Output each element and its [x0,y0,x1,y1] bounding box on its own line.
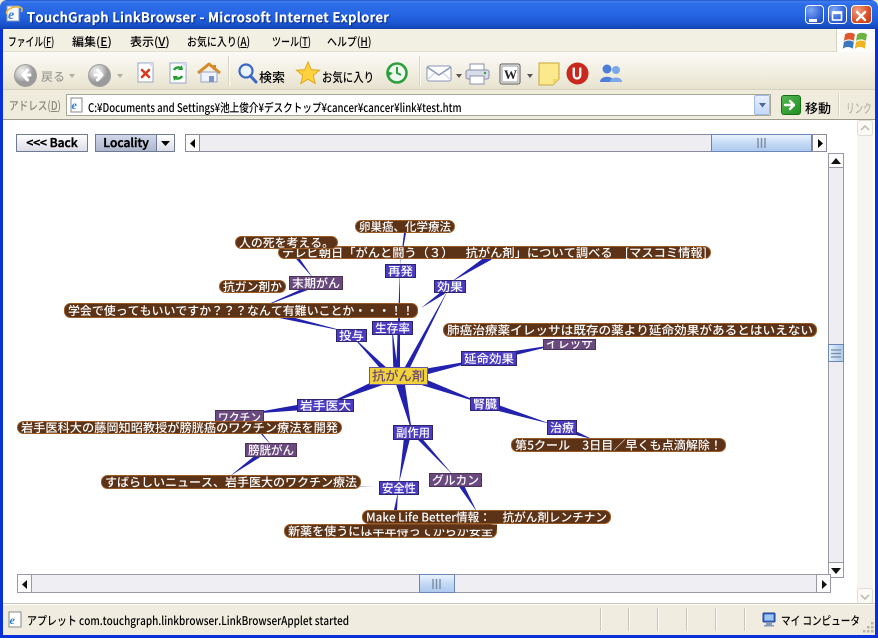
svg-text:安全性: 安全性 [382,479,416,496]
svg-text:すばらしいニュース、岩手医大のワクチン療法: すばらしいニュース、岩手医大のワクチン療法 [105,473,357,490]
svg-text:末期がん: 末期がん [292,274,340,291]
svg-text:腎臓: 腎臓 [473,395,497,412]
svg-text:U: U [572,63,583,84]
svg-text:延命効果: 延命効果 [464,350,514,367]
svg-text:W: W [504,67,517,82]
svg-text:肺癌治療薬イレッサは既存の薬より延命効果があるとはいえない: 肺癌治療薬イレッサは既存の薬より延命効果があるとはいえない [447,321,813,338]
svg-text:学会で使ってもいいですか？？？なんて有難いことか・・・！！: 学会で使ってもいいですか？？？なんて有難いことか・・・！！ [68,302,414,319]
svg-text:投与: 投与 [339,327,364,344]
svg-text:グルカン: グルカン [432,471,479,488]
svg-text:生存率: 生存率 [375,319,410,336]
svg-text:膀胱がん: 膀胱がん [248,441,294,458]
svg-text:治療: 治療 [550,419,574,436]
svg-text:効果: 効果 [437,278,463,295]
svg-text:e: e [72,98,78,112]
svg-text:Make Life Better情報： 抗がん剤レンチナン: Make Life Better情報： 抗がん剤レンチナン [366,508,607,525]
svg-text:e: e [10,613,16,627]
svg-text:岩手医大: 岩手医大 [300,397,351,414]
svg-text:卵巣癌、化学療法: 卵巣癌、化学療法 [359,218,451,235]
svg-text:岩手医科大の藤岡知昭教授が膀胱癌のワクチン療法を開発: 岩手医科大の藤岡知昭教授が膀胱癌のワクチン療法を開発 [21,419,338,436]
svg-text:副作用: 副作用 [396,424,430,441]
svg-text:抗ガン剤か: 抗ガン剤か [223,278,282,295]
svg-text:人の死を考える。: 人の死を考える。 [239,234,334,251]
svg-text:テレビ朝日「がんと闘う（３） 抗がん剤」について調べる [マ: テレビ朝日「がんと闘う（３） 抗がん剤」について調べる [マスコミ情報] [282,244,707,261]
svg-text:第5クール 3日目／早くも点滴解除！: 第5クール 3日目／早くも点滴解除！ [515,436,722,453]
svg-text:再発: 再発 [388,262,413,279]
svg-text:抗がん剤: 抗がん剤 [372,366,425,385]
